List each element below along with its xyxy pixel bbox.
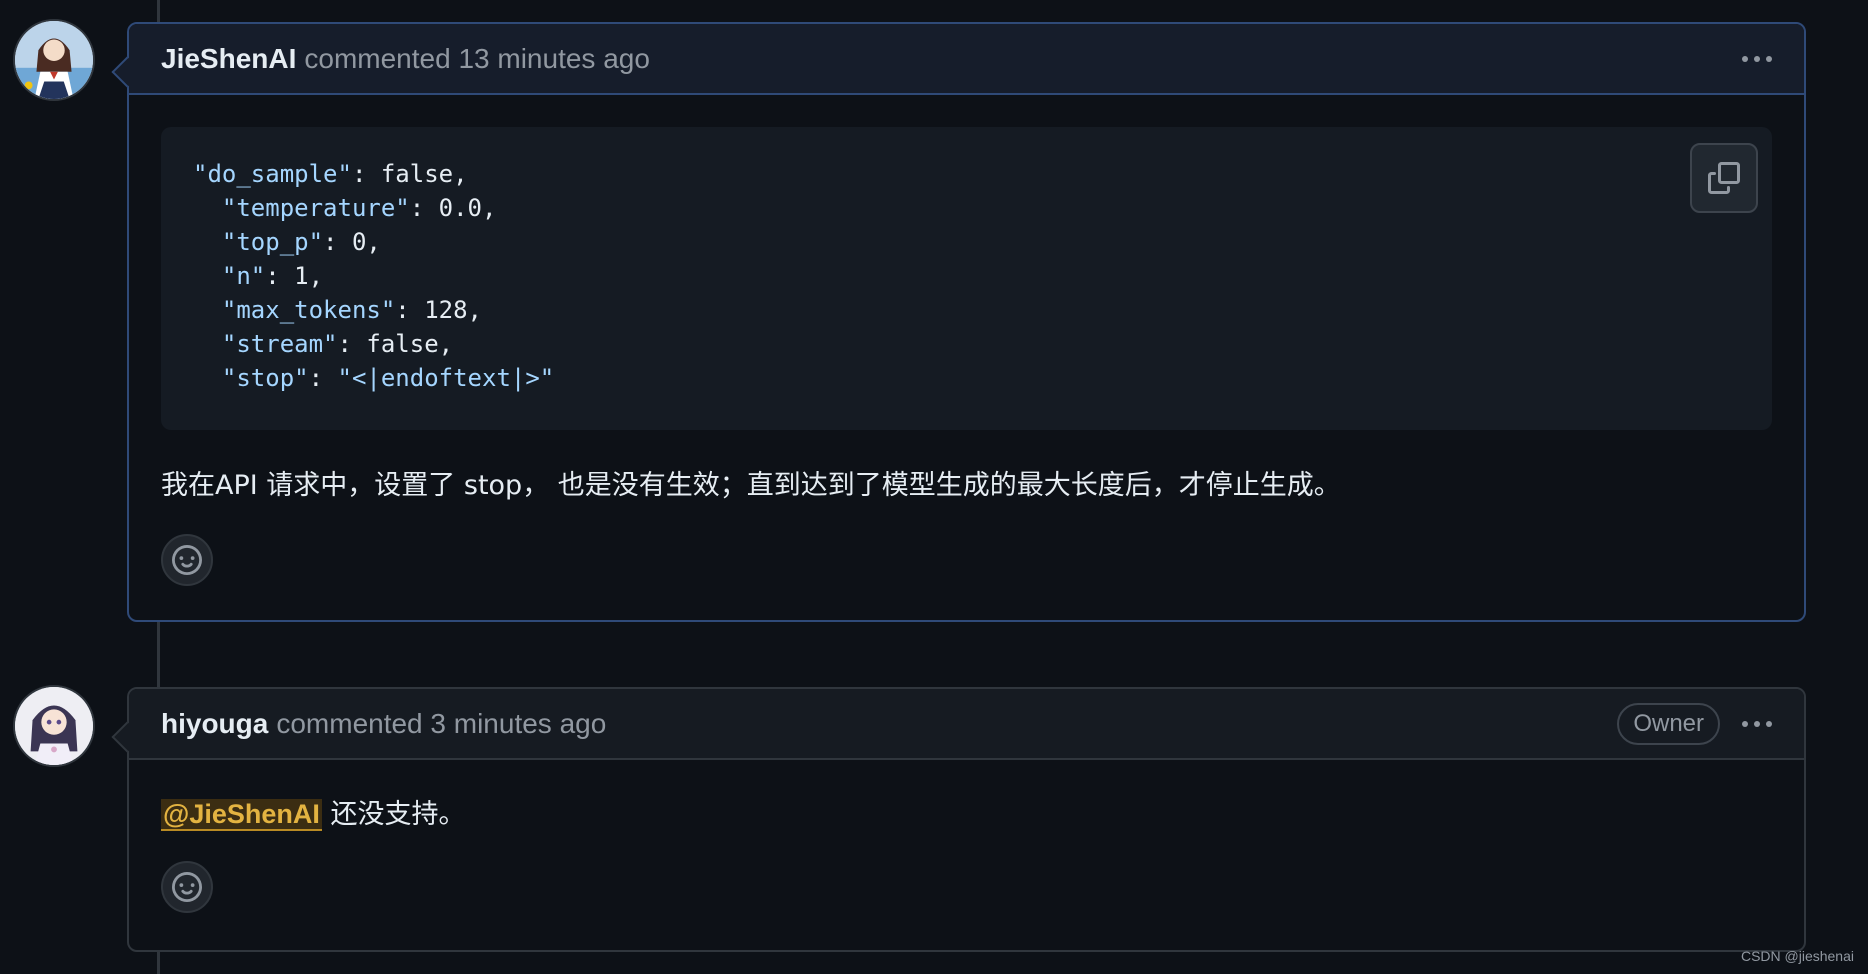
kebab-horizontal-icon[interactable] — [1742, 709, 1772, 739]
comment-author[interactable]: hiyouga — [161, 708, 268, 740]
smiley-icon — [172, 545, 202, 575]
code-token: : false, — [337, 330, 454, 358]
code-string-token: "top_p" — [193, 228, 324, 256]
comment-header: JieShenAI commented 13 minutes ago — [129, 24, 1804, 95]
code-token: : 0.0, — [409, 194, 497, 222]
add-reaction-button[interactable] — [161, 861, 213, 913]
comment-card: hiyouga commented 3 minutes ago Owner @J… — [111, 687, 1806, 952]
comment-card: JieShenAI commented 13 minutes ago "do_s… — [111, 22, 1806, 622]
comment-header: hiyouga commented 3 minutes ago Owner — [129, 689, 1804, 760]
anime-girl-avatar-image — [15, 21, 93, 99]
comment-timestamp[interactable]: commented 3 minutes ago — [276, 708, 606, 740]
comment-text: 我在API 请求中，设置了 stop， 也是没有生效；直到达到了模型生成的最大长… — [161, 470, 1341, 501]
code-string-token: "temperature" — [193, 194, 410, 222]
comment-body: @JieShenAI 还没支持。 — [129, 760, 1804, 913]
copy-button[interactable] — [1690, 143, 1758, 213]
code-token: : false, — [351, 160, 468, 188]
code-token: : — [308, 364, 338, 392]
avatar-jieshenai[interactable] — [13, 19, 95, 101]
comment-text-rest: 还没支持。 — [321, 799, 466, 830]
code-string-token: "stream" — [193, 330, 338, 358]
smiley-icon — [172, 872, 202, 902]
code-string-token: "do_sample" — [193, 160, 352, 188]
code-line: "do_sample": false, — [193, 157, 1740, 191]
issue-timeline: JieShenAI commented 13 minutes ago "do_s… — [0, 0, 1868, 974]
code-block: "do_sample": false, "temperature": 0.0, … — [161, 127, 1772, 430]
watermark: CSDN @jieshenai — [1740, 948, 1854, 964]
add-reaction-button[interactable] — [161, 534, 213, 586]
code-line: "temperature": 0.0, — [193, 191, 1740, 225]
code-token: : 1, — [265, 262, 324, 290]
code-line: "max_tokens": 128, — [193, 293, 1740, 327]
comment-body: "do_sample": false, "temperature": 0.0, … — [129, 95, 1804, 586]
comment-timestamp[interactable]: commented 13 minutes ago — [304, 43, 650, 75]
code-line: "stream": false, — [193, 327, 1740, 361]
code-string-token: "max_tokens" — [193, 296, 396, 324]
code-token: : 128, — [395, 296, 482, 324]
anime-girl-avatar-image — [15, 687, 93, 765]
kebab-horizontal-icon[interactable] — [1742, 44, 1772, 74]
code-token: : 0, — [323, 228, 381, 256]
comment-author[interactable]: JieShenAI — [161, 43, 296, 75]
owner-badge: Owner — [1617, 702, 1720, 745]
code-line: "top_p": 0, — [193, 225, 1740, 259]
code-string-token: "stop" — [193, 364, 309, 392]
user-mention-link[interactable]: @JieShenAI — [161, 799, 322, 831]
code-line: "stop": "<|endoftext|>" — [193, 361, 1740, 395]
copy-icon — [1708, 162, 1740, 194]
code-string-token: "n" — [193, 262, 266, 290]
avatar-hiyouga[interactable] — [13, 685, 95, 767]
code-string-token: "<|endoftext|>" — [337, 364, 555, 392]
code-line: "n": 1, — [193, 259, 1740, 293]
comment-text: @JieShenAI 还没支持。 — [161, 794, 1772, 835]
